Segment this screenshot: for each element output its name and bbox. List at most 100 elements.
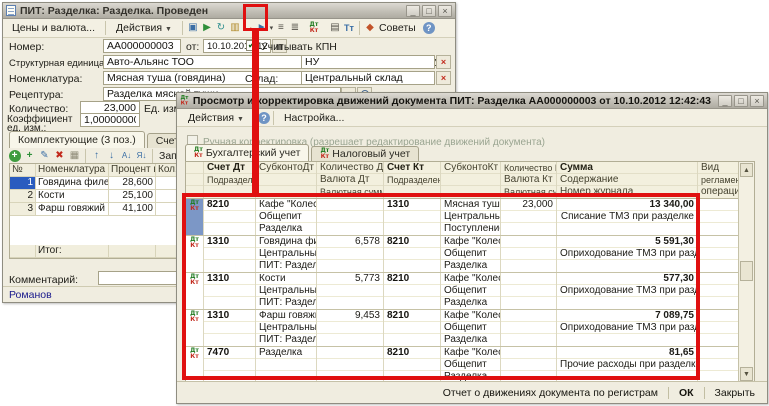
toolbar-separator <box>182 21 183 35</box>
structure-icon[interactable]: ≡ <box>274 21 288 36</box>
warehouse-field[interactable] <box>301 71 435 85</box>
copy-document-icon[interactable]: ▥ <box>228 21 242 36</box>
settings-button[interactable]: Настройка... <box>277 110 351 126</box>
close-button[interactable]: × <box>750 95 764 107</box>
dtkt-icon: ДтКт <box>194 147 203 159</box>
movements-window: ДтКт Просмотр и корректировка движений д… <box>176 92 768 404</box>
kpn-checkbox[interactable]: ✔ <box>246 40 257 51</box>
footer-separator <box>668 387 669 399</box>
scroll-up-icon[interactable]: ▲ <box>740 163 753 177</box>
chevron-down-icon: ▾ <box>270 25 274 32</box>
related-documents-icon[interactable]: ≣ <box>288 21 302 36</box>
movements-window-title: Просмотр и корректировка движений докуме… <box>193 95 714 107</box>
movement-entry[interactable]: ДтКт 1310 Фарш говяжийЦентральный с...ПИ… <box>186 310 754 347</box>
movements-table: Счет Дт Подразделение Дт СубконтоДт Коли… <box>185 161 755 383</box>
kpn-label: Учитывать КПН <box>261 41 337 53</box>
sort-desc-icon[interactable]: Я↓ <box>134 149 149 163</box>
movement-entry[interactable]: ДтКт 8210 Кафе "Колесо"ОбщепитРазделка 1… <box>186 199 754 236</box>
col-header-percent[interactable]: Процент выход... <box>109 164 156 177</box>
movement-entry[interactable]: ДтКт 7470 Разделка 8210 Кафе "Колесо"Общ… <box>186 347 754 383</box>
clear-icon[interactable]: × <box>436 71 451 85</box>
tab-accounting[interactable]: ДтКт Бухгалтерский учет <box>185 144 309 161</box>
toolbar-separator <box>273 111 274 125</box>
recipe-label: Рецептура: <box>9 89 63 101</box>
edit-row-icon[interactable]: ✎ <box>37 149 52 163</box>
number-label: Номер: <box>9 41 44 53</box>
totals-icon[interactable]: Тт <box>342 21 356 36</box>
document-window-title: ПИТ: Разделка: Разделка. Проведен <box>20 5 402 17</box>
entry-dtkt-icon: ДтКт <box>186 199 204 235</box>
sort-asc-icon[interactable]: А↓ <box>119 149 134 163</box>
save-close-icon[interactable]: ▣ <box>186 21 200 36</box>
dtkt-tax-icon: ДтКт <box>320 148 329 160</box>
actions-button[interactable]: Действия▼ <box>181 110 251 126</box>
scroll-down-icon[interactable]: ▼ <box>740 367 753 381</box>
entry-dtkt-icon: ДтКт <box>186 347 204 383</box>
date-label: от: <box>186 41 199 53</box>
total-label: Итог: <box>36 245 109 258</box>
entry-dtkt-icon: ДтКт <box>186 236 204 272</box>
movements-table-header: Счет Дт Подразделение Дт СубконтоДт Коли… <box>186 162 754 199</box>
document-icon <box>6 5 16 16</box>
entry-dtkt-icon: ДтКт <box>186 310 204 346</box>
entry-dtkt-icon: ДтКт <box>186 273 204 309</box>
movement-entry[interactable]: ДтКт 1310 Говядина филеЦентральный с...П… <box>186 236 754 273</box>
dtkt-movements-icon[interactable]: ДтКт <box>304 21 324 36</box>
movements-window-icon: ДтКт <box>180 95 188 106</box>
toolbar-separator <box>359 21 360 35</box>
tips-button[interactable]: Советы <box>377 20 423 36</box>
status-user: Романов <box>9 289 52 301</box>
scrollbar-thumb[interactable] <box>740 261 753 281</box>
desktop: ПИТ: Разделка: Разделка. Проведен _ □ × … <box>0 0 769 406</box>
chevron-down-icon: ▼ <box>165 26 172 33</box>
minimize-button[interactable]: _ <box>718 95 732 107</box>
nomenclature-label: Номенклатура: <box>9 73 82 85</box>
report-icon[interactable]: ▤ <box>328 21 342 36</box>
comment-label: Комментарий: <box>9 274 78 286</box>
move-document-icon[interactable]: → <box>242 21 256 36</box>
movements-window-titlebar[interactable]: ДтКт Просмотр и корректировка движений д… <box>177 93 767 109</box>
movements-menubar: Действия▼ ? Настройка... <box>177 109 767 127</box>
close-window-button[interactable]: Закрыть <box>711 386 759 400</box>
delete-row-icon[interactable]: ✖ <box>52 149 67 163</box>
warehouse-label: Склад: <box>245 73 278 85</box>
toolbar-separator <box>254 111 255 125</box>
movements-footer: Отчет о движениях документа по регистрам… <box>177 381 767 403</box>
close-button[interactable]: × <box>438 5 452 17</box>
structural-unit-label: Структурная единица: <box>9 58 107 69</box>
help-icon[interactable]: ? <box>258 112 270 124</box>
move-up-icon[interactable]: ↑ <box>89 149 104 163</box>
movement-entry[interactable]: ДтКт 1310 КостиЦентральный с...ПИТ: Разд… <box>186 273 754 310</box>
tab-components[interactable]: Комплектующие (3 поз.) <box>9 131 145 148</box>
tips-icon[interactable]: ◆ <box>363 21 377 36</box>
prices-currency-button[interactable]: Цены и валюта... <box>5 20 102 36</box>
tab-tax[interactable]: ДтКт Налоговый учет <box>311 146 419 161</box>
clear-icon red[interactable]: × <box>436 55 451 69</box>
coefficient-field[interactable] <box>80 113 140 127</box>
report-movements-button[interactable]: Отчет о движениях документа по регистрам <box>439 386 662 400</box>
goto-menu-icon[interactable]: ►▾ <box>256 21 274 36</box>
document-window-titlebar[interactable]: ПИТ: Разделка: Разделка. Проведен _ □ × <box>3 3 455 19</box>
nu-kind-field[interactable] <box>301 55 435 69</box>
help-icon[interactable]: ? <box>423 22 435 34</box>
add-row-icon[interactable]: + <box>7 149 22 163</box>
toolbar-separator <box>152 149 153 163</box>
maximize-button[interactable]: □ <box>422 5 436 17</box>
minimize-button[interactable]: _ <box>406 5 420 17</box>
maximize-button[interactable]: □ <box>734 95 748 107</box>
footer-separator <box>704 387 705 399</box>
vertical-scrollbar[interactable]: ▲ ▼ <box>738 162 754 382</box>
toolbar-separator <box>85 149 86 163</box>
toolbar-separator <box>105 21 106 35</box>
col-header-num[interactable]: № <box>10 164 36 177</box>
ok-button[interactable]: ОК <box>675 386 698 400</box>
col-header-name[interactable]: Номенклатура <box>36 164 109 177</box>
refresh-icon[interactable]: ↻ <box>214 21 228 36</box>
number-field[interactable] <box>103 39 181 53</box>
actions-button[interactable]: Действия▼ <box>109 20 179 36</box>
post-document-icon[interactable]: ▶ <box>200 21 214 36</box>
move-down-icon[interactable]: ↓ <box>104 149 119 163</box>
chevron-down-icon: ▼ <box>237 116 244 123</box>
copy-row-icon[interactable]: + <box>22 149 37 163</box>
save-row-icon[interactable]: ▦ <box>67 149 82 163</box>
